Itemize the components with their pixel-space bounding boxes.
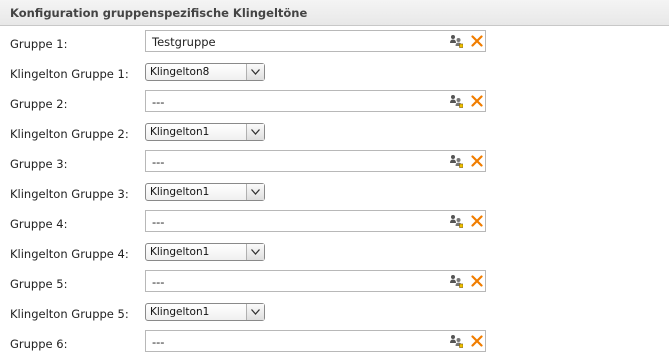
ringtone-label: Klingelton Gruppe 5: [10,307,129,321]
group-row: Gruppe 6: --- [0,330,669,356]
group-row: Gruppe 3: --- [0,150,669,180]
group-field[interactable]: --- [145,270,486,292]
group-label: Gruppe 4: [10,217,68,231]
group-value: --- [152,215,165,229]
form-rows: Gruppe 1: Testgruppe Klingelton Gruppe 1: K… [0,30,669,356]
group-field[interactable]: --- [145,150,486,172]
group-field[interactable]: --- [145,90,486,112]
clear-x-icon[interactable] [471,275,483,287]
ringtone-selected-value: Klingelton8 [150,66,210,78]
ringtone-row: Klingelton Gruppe 3: Klingelton1 [0,180,669,210]
group-picker-icon[interactable] [449,94,464,108]
group-row: Gruppe 1: Testgruppe [0,30,669,60]
group-row: Gruppe 5: --- [0,270,669,300]
ringtone-selected-value: Klingelton1 [150,306,210,318]
chevron-down-icon[interactable] [246,304,264,320]
group-picker-icon[interactable] [449,34,464,48]
group-label: Gruppe 1: [10,37,68,51]
ringtone-select[interactable]: Klingelton1 [145,243,265,261]
clear-x-icon[interactable] [471,95,483,107]
group-label: Gruppe 2: [10,97,68,111]
group-picker-icon[interactable] [449,334,464,348]
ringtone-label: Klingelton Gruppe 3: [10,187,129,201]
ringtone-select[interactable]: Klingelton1 [145,183,265,201]
group-row: Gruppe 4: --- [0,210,669,240]
chevron-down-icon[interactable] [246,184,264,200]
group-field[interactable]: --- [145,330,486,352]
ringtone-row: Klingelton Gruppe 2: Klingelton1 [0,120,669,150]
group-picker-icon[interactable] [449,154,464,168]
group-label: Gruppe 5: [10,277,68,291]
ringtone-config-panel: Konfiguration gruppenspezifische Klingel… [0,0,669,356]
group-value: --- [152,155,165,169]
ringtone-selected-value: Klingelton1 [150,186,210,198]
clear-x-icon[interactable] [471,155,483,167]
ringtone-select[interactable]: Klingelton8 [145,63,265,81]
group-value: --- [152,275,165,289]
panel-title: Konfiguration gruppenspezifische Klingel… [10,6,308,20]
group-picker-icon[interactable] [449,274,464,288]
ringtone-select[interactable]: Klingelton1 [145,303,265,321]
ringtone-label: Klingelton Gruppe 1: [10,67,129,81]
ringtone-row: Klingelton Gruppe 1: Klingelton8 [0,60,669,90]
group-value: --- [152,95,165,109]
group-value: Testgruppe [152,35,216,49]
group-picker-icon[interactable] [449,214,464,228]
panel-header: Konfiguration gruppenspezifische Klingel… [0,0,669,26]
ringtone-label: Klingelton Gruppe 4: [10,247,129,261]
group-value: --- [152,335,165,349]
clear-x-icon[interactable] [471,335,483,347]
ringtone-select[interactable]: Klingelton1 [145,123,265,141]
ringtone-row: Klingelton Gruppe 5: Klingelton1 [0,300,669,330]
chevron-down-icon[interactable] [246,124,264,140]
ringtone-label: Klingelton Gruppe 2: [10,127,129,141]
group-label: Gruppe 6: [10,337,68,351]
group-row: Gruppe 2: --- [0,90,669,120]
group-field[interactable]: Testgruppe [145,30,486,52]
clear-x-icon[interactable] [471,215,483,227]
ringtone-selected-value: Klingelton1 [150,246,210,258]
clear-x-icon[interactable] [471,35,483,47]
ringtone-row: Klingelton Gruppe 4: Klingelton1 [0,240,669,270]
chevron-down-icon[interactable] [246,64,264,80]
group-field[interactable]: --- [145,210,486,232]
ringtone-selected-value: Klingelton1 [150,126,210,138]
chevron-down-icon[interactable] [246,244,264,260]
group-label: Gruppe 3: [10,157,68,171]
